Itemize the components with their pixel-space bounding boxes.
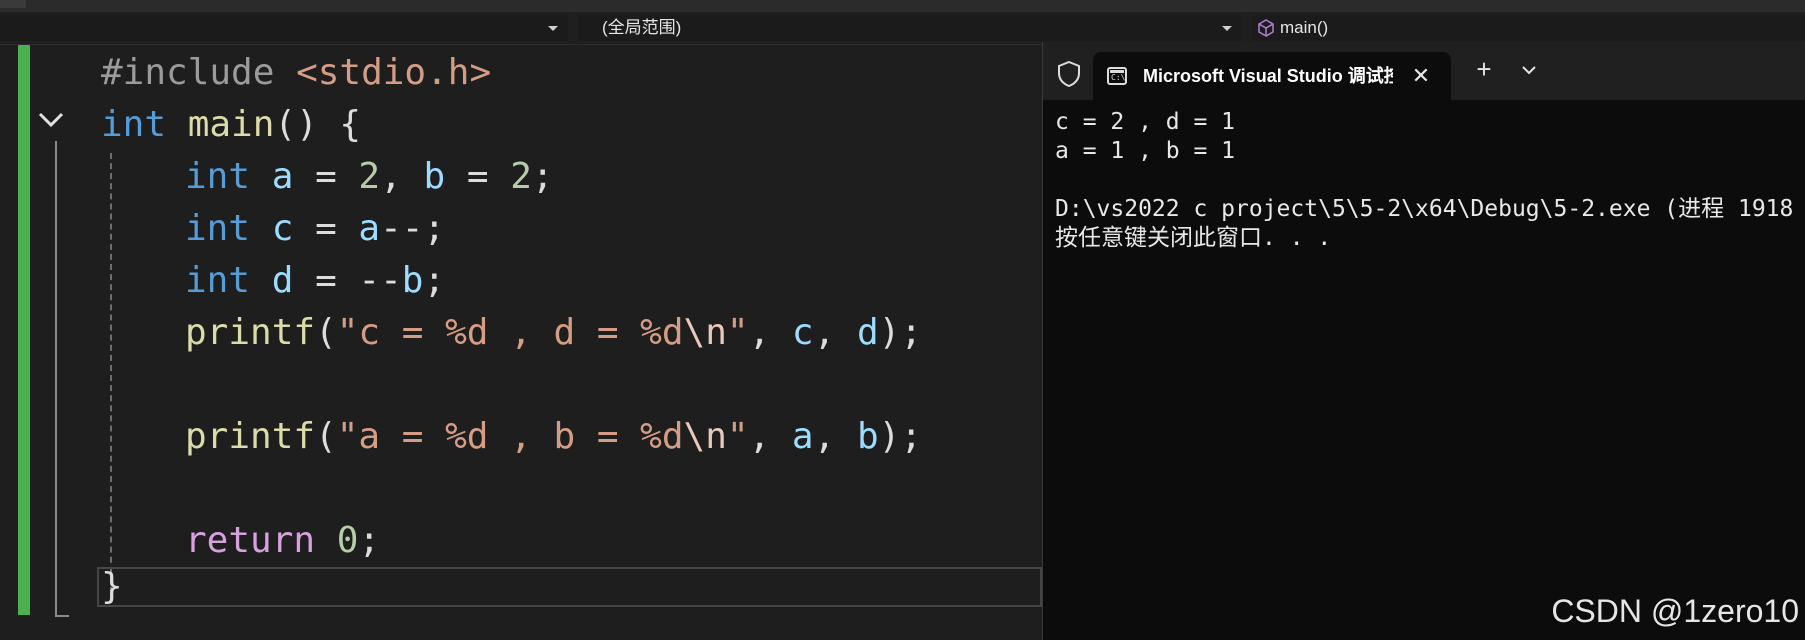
terminal-output[interactable]: c = 2 , d = 1 a = 1 , b = 1 D:\vs2022 c … [1055,108,1793,253]
fold-region-end [55,615,69,617]
variable-token: b [401,260,424,301]
variable-token: c [250,208,294,249]
string-token: " [726,416,749,457]
punctuation-token: ; [531,156,554,197]
title-tab-stub [0,0,26,8]
variable-token: a [791,416,814,457]
chevron-down-icon[interactable] [1519,60,1539,80]
keyword-token: int [185,156,251,197]
include-path-token: <stdio.h> [274,52,492,93]
function-token: printf [185,312,316,353]
keyword-token: int [101,104,167,145]
function-dropdown[interactable]: main() [1252,15,1805,41]
string-token: "a = %d , b = %d [336,416,684,457]
code-line: int c = a--; [185,203,445,255]
punctuation-token: , [813,416,857,457]
number-token: 2 [358,156,381,197]
escape-token: \n [683,416,727,457]
current-line-highlight [97,567,1042,607]
output-line: D:\vs2022 c project\5\5-2\x64\Debug\5-2.… [1055,196,1794,222]
variable-token: a [250,156,294,197]
punctuation-token: } [101,566,123,607]
number-token: 0 [315,520,359,561]
operator-token: = [293,208,359,249]
watermark: CSDN @1zero10 [1551,593,1799,629]
keyword-token: int [185,208,251,249]
project-dropdown[interactable] [0,15,568,41]
indent-guide [110,153,112,593]
collapse-chevron-icon[interactable] [36,105,66,135]
fold-region-line [55,141,57,617]
variable-token: d [856,312,879,353]
scope-dropdown-label: (全局范围) [602,18,682,37]
variable-token: a [358,208,381,249]
punctuation-token: ; [358,520,381,561]
punctuation-token: ); [878,416,923,457]
code-line: printf("c = %d , d = %d\n", c, d); [185,307,922,359]
preprocessor-token: #include [101,52,275,93]
variable-token: b [856,416,879,457]
debug-console-window[interactable]: C:\ Microsoft Visual Studio 调试控制台 ✕ + c … [1042,42,1805,640]
function-token: main [166,104,275,145]
function-dropdown-label: main() [1280,18,1329,37]
terminal-tab-bar: C:\ Microsoft Visual Studio 调试控制台 ✕ + [1043,42,1805,100]
cube-icon [1258,19,1274,37]
output-line: 按任意键关闭此窗口. . . [1055,225,1332,251]
punctuation-token: , [813,312,857,353]
output-line: a = 1 , b = 1 [1055,138,1236,164]
punctuation-token: ( [315,416,337,457]
code-line: return 0; [185,515,380,567]
operator-token: = -- [293,260,402,301]
keyword-token: int [185,260,251,301]
shield-icon [1058,60,1080,88]
number-token: 2 [510,156,532,197]
punctuation-token: ( [315,312,337,353]
terminal-tab[interactable]: C:\ Microsoft Visual Studio 调试控制台 ✕ [1093,52,1451,100]
punctuation-token: ; [423,260,446,301]
code-line: int d = --b; [185,255,445,307]
punctuation-token: , [748,416,792,457]
top-strip [0,0,1805,12]
variable-token: b [423,156,446,197]
code-line: int main() { [101,99,361,151]
escape-token: \n [683,312,727,353]
dropdown-arrow-icon [1222,26,1232,31]
console-icon: C:\ [1107,67,1127,85]
code-editor[interactable]: #include <stdio.h> int main() { int a = … [0,45,1042,640]
variable-token: c [791,312,814,353]
close-icon[interactable]: ✕ [1411,65,1431,87]
terminal-tab-title: Microsoft Visual Studio 调试控制台 [1143,66,1393,86]
scope-dropdown[interactable]: (全局范围) [578,15,1242,41]
string-token: " [726,312,749,353]
plus-icon[interactable]: + [1471,56,1497,82]
code-line: } [101,561,123,613]
output-line: c = 2 , d = 1 [1055,109,1236,135]
string-token: "c = %d , d = %d [336,312,684,353]
code-line: int a = 2, b = 2; [185,151,554,203]
change-tracking-bar [18,45,30,615]
punctuation-token: ); [878,312,923,353]
punctuation-token: , [748,312,792,353]
navigation-bar: (全局范围) main() [0,12,1805,45]
punctuation-token: , [380,156,424,197]
punctuation-token: () { [274,104,362,145]
operator-token: = [445,156,511,197]
punctuation-token: --; [380,208,446,249]
variable-token: d [250,260,294,301]
code-line: printf("a = %d , b = %d\n", a, b); [185,411,922,463]
operator-token: = [293,156,359,197]
dropdown-arrow-icon [548,26,558,31]
function-token: printf [185,416,316,457]
keyword-token: return [185,520,316,561]
code-line: #include <stdio.h> [101,47,491,99]
